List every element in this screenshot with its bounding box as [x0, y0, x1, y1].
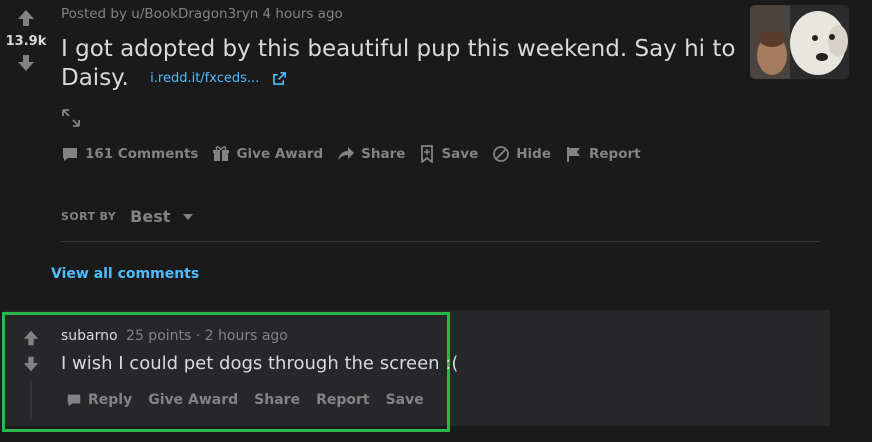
hide-label: Hide	[516, 146, 551, 162]
post-vote: 13.9k	[0, 0, 52, 73]
hide-button[interactable]: Hide	[492, 145, 551, 163]
comment-info: 25 points · 2 hours ago	[126, 328, 288, 344]
share-label: Share	[361, 146, 406, 162]
comment-vote	[22, 329, 42, 377]
post-title[interactable]: I got adopted by this beautiful pup this…	[61, 35, 741, 93]
comments-label: 161 Comments	[85, 146, 199, 162]
comment-save-button[interactable]: Save	[386, 392, 424, 408]
thread-line[interactable]	[30, 380, 32, 420]
comment-body: I wish I could pet dogs through the scre…	[61, 353, 459, 374]
report-label: Report	[588, 146, 641, 162]
comment-report-button[interactable]: Report	[316, 392, 370, 408]
comment-icon	[67, 394, 81, 407]
gift-icon	[213, 146, 230, 161]
post-link[interactable]: i.redd.it/fxceds...	[150, 71, 259, 86]
comment-author[interactable]: subarno	[61, 328, 118, 344]
comment-actions: Reply Give Award Share Report Save	[66, 392, 440, 408]
hide-icon	[493, 146, 510, 162]
report-button[interactable]: Report	[565, 145, 641, 163]
sort-label: SORT BY	[61, 210, 117, 223]
give-award-button[interactable]: Give Award	[212, 145, 323, 163]
downvote-icon[interactable]	[22, 355, 40, 373]
share-button[interactable]: Share	[337, 145, 405, 163]
reply-label: Reply	[88, 392, 133, 408]
comment-sort: SORT BY Best	[61, 207, 194, 226]
bookmark-icon	[421, 145, 434, 163]
flag-icon	[566, 147, 580, 162]
post-score: 13.9k	[5, 34, 47, 49]
sort-dropdown[interactable]: Best	[130, 207, 170, 226]
share-icon	[338, 147, 355, 161]
save-label: Save	[441, 146, 479, 162]
downvote-icon[interactable]	[16, 53, 36, 73]
comment-meta: subarno 25 points · 2 hours ago	[61, 328, 288, 344]
view-all-comments-link[interactable]: View all comments	[51, 266, 199, 282]
give-award-label: Give Award	[236, 146, 324, 162]
comment-icon	[63, 148, 77, 161]
comment-share-button[interactable]: Share	[254, 392, 300, 408]
upvote-icon[interactable]	[16, 8, 36, 28]
reply-button[interactable]: Reply	[66, 392, 132, 408]
expand-icon[interactable]	[61, 108, 81, 128]
chevron-down-icon[interactable]	[182, 213, 194, 221]
post-actions: 161 Comments Give Award Share Save Hide	[61, 145, 655, 163]
comment-give-award-button[interactable]: Give Award	[148, 392, 238, 408]
save-button[interactable]: Save	[419, 145, 478, 163]
dog-photo-image	[750, 5, 849, 79]
post-meta: Posted by u/BookDragon3ryn 4 hours ago	[61, 6, 343, 22]
post-thumbnail[interactable]	[750, 5, 849, 79]
divider	[61, 241, 820, 242]
comments-button[interactable]: 161 Comments	[61, 145, 198, 163]
upvote-icon[interactable]	[22, 329, 40, 347]
external-link-icon[interactable]	[272, 72, 286, 85]
